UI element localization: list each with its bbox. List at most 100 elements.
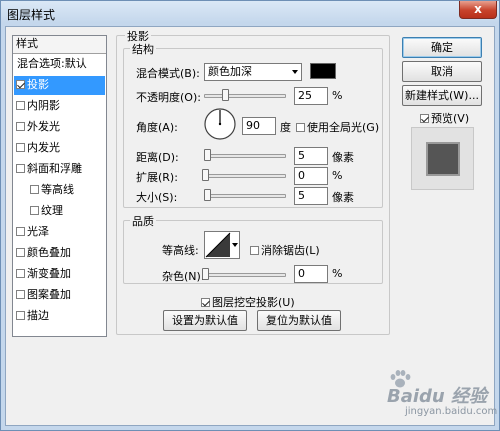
style-item-label: 外发光: [27, 120, 60, 133]
global-light-checkbox[interactable]: [296, 123, 305, 132]
style-item-label: 渐变叠加: [27, 267, 71, 280]
angle-unit: 度: [280, 121, 291, 134]
style-checkbox[interactable]: [16, 164, 25, 173]
watermark-url: jingyan.baidu.com: [405, 406, 498, 417]
style-checkbox[interactable]: [16, 101, 25, 110]
size-slider[interactable]: [204, 194, 286, 198]
noise-input[interactable]: 0: [294, 265, 328, 283]
style-item-label: 图案叠加: [27, 288, 71, 301]
chevron-down-icon: [292, 70, 298, 74]
spread-unit: %: [332, 169, 343, 182]
blend-mode-label: 混合模式(B):: [136, 67, 200, 80]
style-list-item[interactable]: 内阴影: [14, 97, 105, 116]
spread-slider[interactable]: [204, 174, 286, 178]
contour-label: 等高线:: [162, 244, 199, 257]
title-bar[interactable]: 图层样式 x: [1, 1, 499, 25]
opacity-label: 不透明度(O):: [136, 91, 201, 104]
style-item-label: 内发光: [27, 141, 60, 154]
preview-checkbox[interactable]: [420, 114, 429, 123]
size-input[interactable]: 5: [294, 187, 328, 205]
style-checkbox[interactable]: [16, 122, 25, 131]
style-list-item[interactable]: 投影: [14, 76, 105, 95]
style-item-label: 等高线: [41, 183, 74, 196]
set-default-button[interactable]: 设置为默认值: [163, 310, 247, 331]
style-list-item[interactable]: 混合选项:默认: [14, 55, 105, 74]
contour-picker[interactable]: [204, 231, 240, 259]
size-unit: 像素: [332, 191, 354, 204]
window-title: 图层样式: [7, 8, 56, 22]
style-checkbox[interactable]: [16, 80, 25, 89]
style-checkbox[interactable]: [30, 206, 39, 215]
style-item-label: 投影: [27, 78, 49, 91]
drop-shadow-group: 投影 结构 混合模式(B): 颜色加深 不透明度(O): 25 % 角度(A):: [116, 28, 390, 335]
structure-group: 结构 混合模式(B): 颜色加深 不透明度(O): 25 % 角度(A): 90…: [123, 41, 383, 208]
style-list-item[interactable]: 图案叠加: [14, 286, 105, 305]
style-checkbox[interactable]: [16, 248, 25, 257]
style-list-item[interactable]: 渐变叠加: [14, 265, 105, 284]
quality-group: 品质 等高线: 消除锯齿(L) 杂色(N): 0 %: [123, 213, 383, 284]
style-item-label: 纹理: [41, 204, 63, 217]
noise-slider-thumb[interactable]: [202, 268, 209, 280]
style-list-item[interactable]: 光泽: [14, 223, 105, 242]
opacity-slider-thumb[interactable]: [221, 89, 229, 101]
preview-option[interactable]: 预览(V): [420, 110, 469, 126]
style-item-label: 描边: [27, 309, 49, 322]
contour-curve-icon: [205, 232, 231, 258]
ok-button[interactable]: 确定: [402, 37, 482, 58]
new-style-button[interactable]: 新建样式(W)...: [402, 85, 482, 106]
style-list-item[interactable]: 等高线: [14, 181, 105, 200]
blend-mode-value: 颜色加深: [208, 65, 252, 78]
spread-slider-thumb[interactable]: [202, 169, 209, 181]
size-label: 大小(S):: [136, 191, 178, 204]
style-item-label: 光泽: [27, 225, 49, 238]
style-checkbox[interactable]: [16, 269, 25, 278]
knockout-checkbox[interactable]: [201, 298, 210, 307]
knockout-label: 图层挖空投影(U): [212, 296, 295, 309]
style-item-label: 颜色叠加: [27, 246, 71, 259]
style-list-item[interactable]: 内发光: [14, 139, 105, 158]
style-checkbox[interactable]: [16, 311, 25, 320]
distance-slider[interactable]: [204, 154, 286, 158]
distance-slider-thumb[interactable]: [204, 149, 211, 161]
quality-title: 品质: [130, 213, 156, 229]
opacity-slider[interactable]: [204, 94, 286, 98]
style-list-item[interactable]: 斜面和浮雕: [14, 160, 105, 179]
style-checkbox[interactable]: [16, 290, 25, 299]
distance-label: 距离(D):: [136, 151, 179, 164]
anti-alias-label: 消除锯齿(L): [261, 244, 320, 257]
structure-title: 结构: [130, 41, 156, 57]
style-list-item[interactable]: 纹理: [14, 202, 105, 221]
opacity-input[interactable]: 25: [294, 87, 328, 105]
size-slider-thumb[interactable]: [204, 189, 211, 201]
style-checkbox[interactable]: [30, 185, 39, 194]
noise-label: 杂色(N):: [162, 270, 205, 283]
distance-unit: 像素: [332, 151, 354, 164]
spread-input[interactable]: 0: [294, 167, 328, 185]
style-list-item[interactable]: 颜色叠加: [14, 244, 105, 263]
knockout-option[interactable]: 图层挖空投影(U): [201, 294, 295, 310]
spread-label: 扩展(R):: [136, 171, 178, 184]
preview-thumbnail: [411, 127, 474, 190]
blend-mode-dropdown[interactable]: 颜色加深: [204, 63, 302, 81]
style-list-item[interactable]: 外发光: [14, 118, 105, 137]
noise-slider[interactable]: [204, 273, 286, 277]
angle-input[interactable]: 90: [242, 117, 276, 135]
global-light-option[interactable]: 使用全局光(G): [296, 119, 379, 135]
anti-alias-checkbox[interactable]: [250, 246, 259, 255]
style-checkbox[interactable]: [16, 143, 25, 152]
style-list-item[interactable]: 描边: [14, 307, 105, 326]
distance-input[interactable]: 5: [294, 147, 328, 165]
cancel-button[interactable]: 取消: [402, 61, 482, 82]
style-checkbox[interactable]: [16, 227, 25, 236]
layer-style-dialog: 图层样式 x 样式 混合选项:默认投影内阴影外发光内发光斜面和浮雕等高线纹理光泽…: [0, 0, 500, 431]
style-item-label: 混合选项:默认: [17, 57, 87, 70]
dialog-body: 样式 混合选项:默认投影内阴影外发光内发光斜面和浮雕等高线纹理光泽颜色叠加渐变叠…: [5, 26, 495, 426]
dial-icon[interactable]: [203, 107, 237, 141]
close-button[interactable]: x: [459, 1, 497, 19]
shadow-color-swatch[interactable]: [310, 63, 336, 79]
anti-alias-option[interactable]: 消除锯齿(L): [250, 242, 320, 258]
opacity-unit: %: [332, 89, 343, 102]
preview-shape: [428, 144, 458, 174]
style-list-header[interactable]: 样式: [13, 36, 106, 54]
reset-default-button[interactable]: 复位为默认值: [257, 310, 341, 331]
